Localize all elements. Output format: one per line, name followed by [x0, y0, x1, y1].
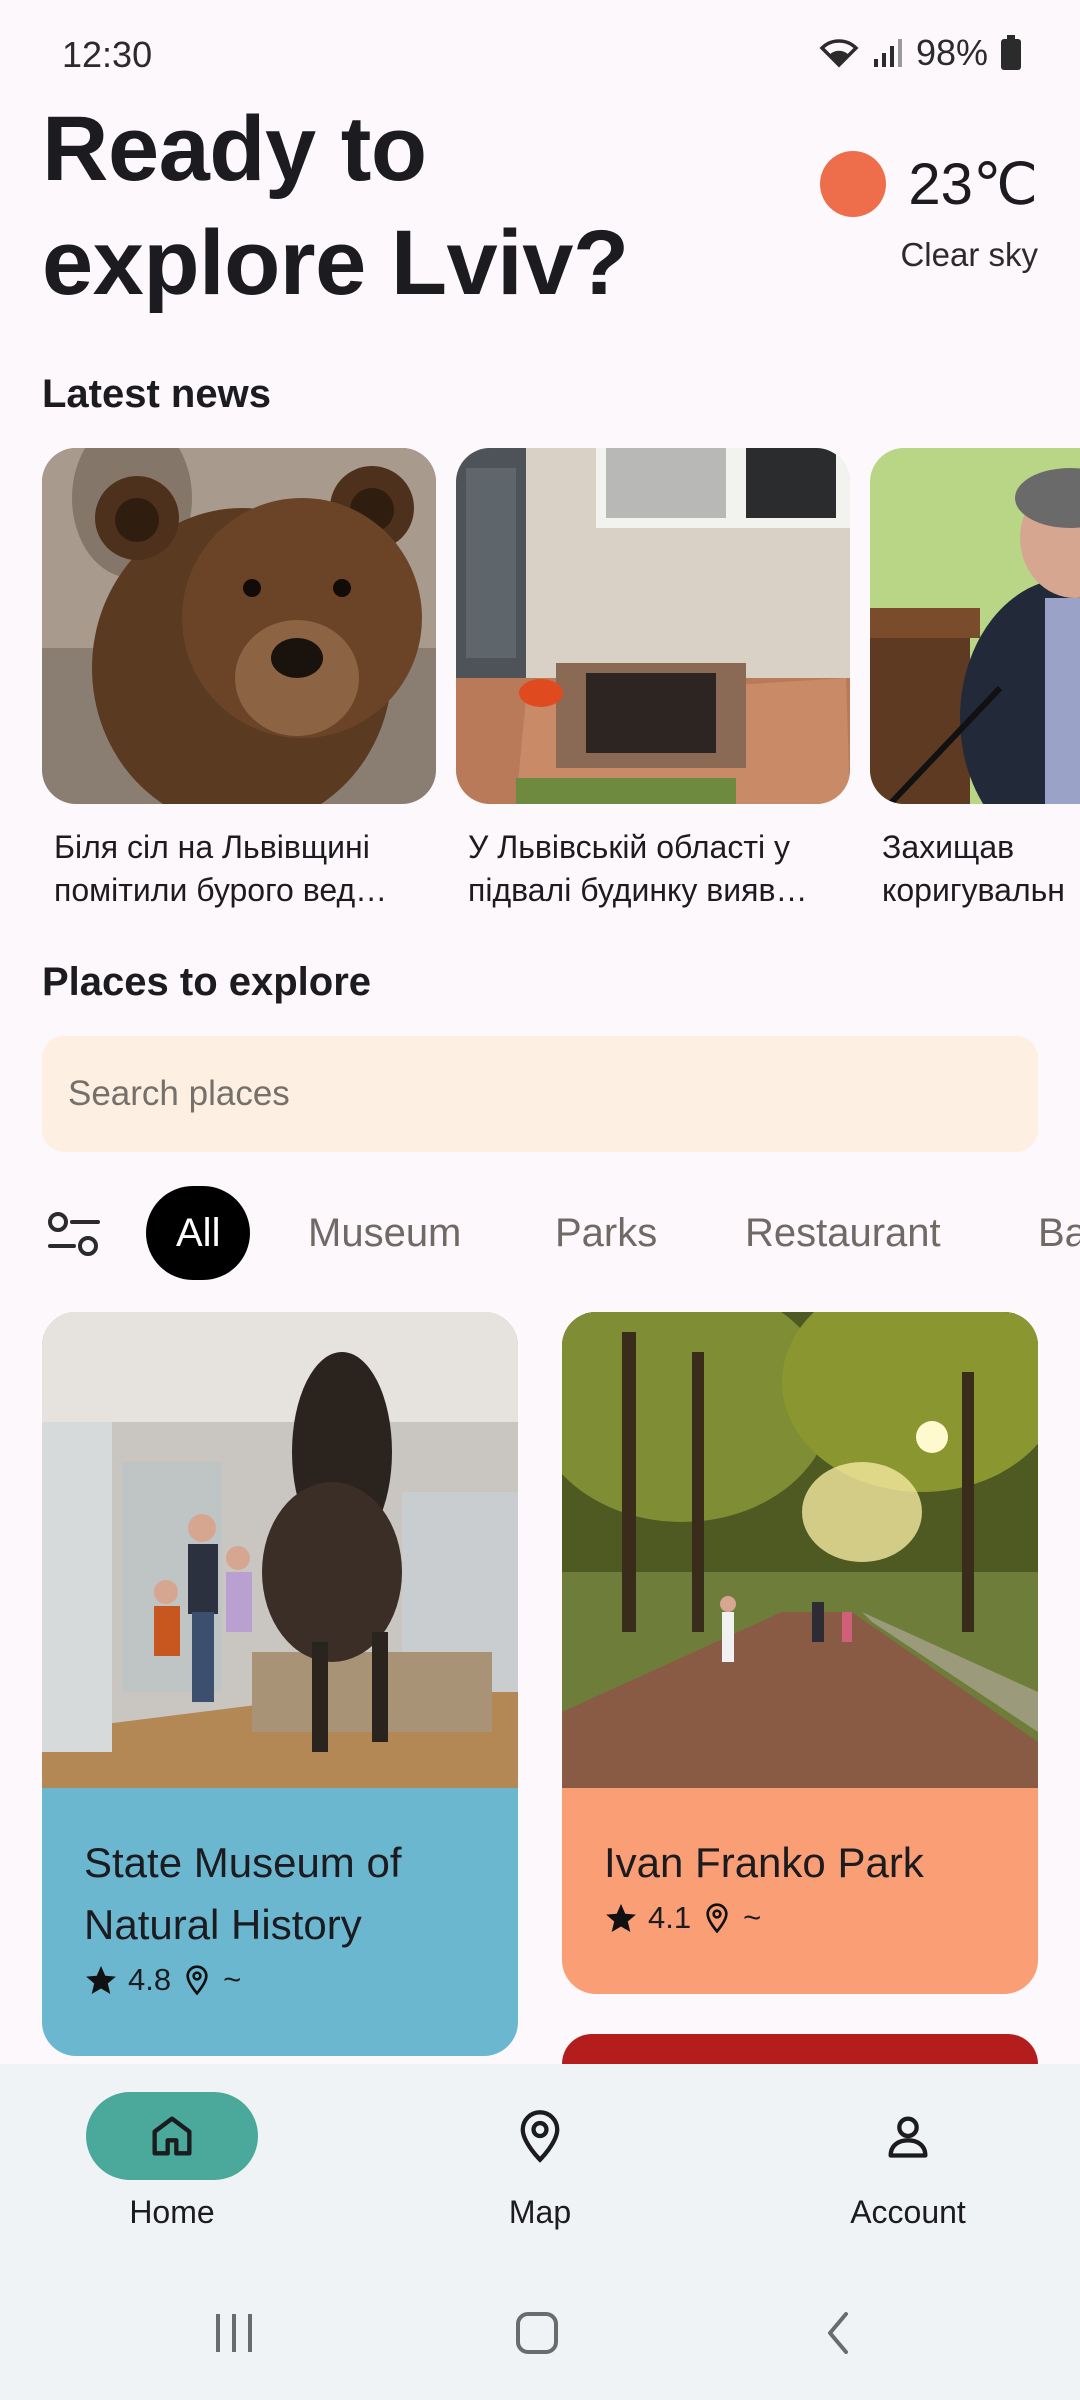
place-rating: 4.1: [648, 1900, 692, 1935]
news-carousel[interactable]: Біля сіл на Львівщині помітили бурого ве…: [42, 448, 1080, 918]
place-meta: 4.8 ~: [84, 1962, 476, 1998]
filter-chip-parks[interactable]: Parks: [555, 1186, 657, 1280]
news-card[interactable]: Захищав коригувальн: [870, 448, 1080, 912]
search-input[interactable]: [68, 1074, 1038, 1114]
location-pin-icon: [706, 1903, 728, 1934]
search-field[interactable]: [42, 1036, 1038, 1152]
place-distance: ~: [223, 1962, 242, 1997]
weather-description: Clear sky: [900, 236, 1038, 273]
filter-bar: All Museum Parks Restaurant Ba: [0, 1186, 1080, 1282]
page-title-line1: Ready to: [42, 98, 427, 200]
news-card[interactable]: Біля сіл на Львівщині помітили бурого ве…: [42, 448, 436, 912]
account-icon: [888, 2116, 928, 2158]
filter-chip-museum[interactable]: Museum: [308, 1186, 461, 1280]
place-image-museum: [42, 1312, 518, 1788]
places-section-title: Places to explore: [42, 960, 372, 1004]
home-icon: [152, 2116, 192, 2156]
news-card[interactable]: У Львівській області у підвалі будинку в…: [456, 448, 850, 912]
place-card-park[interactable]: Ivan Franko Park 4.1 ~: [562, 1312, 1038, 1994]
nav-label-account: Account: [850, 2194, 966, 2230]
page-title-line2: explore Lviv?: [42, 212, 629, 314]
nav-pill-account[interactable]: [822, 2092, 994, 2180]
news-headline: Захищав коригувальн: [882, 829, 1065, 908]
nav-item-account[interactable]: Account: [788, 2092, 1028, 2231]
news-headline: У Львівській області у підвалі будинку в…: [468, 829, 808, 908]
news-image-bear: [42, 448, 436, 804]
nav-label-home: Home: [129, 2194, 215, 2230]
place-name: Ivan Franko Park: [604, 1839, 924, 1886]
place-card-museum[interactable]: State Museum of Natural History 4.8 ~: [42, 1312, 518, 2056]
place-image-park: [562, 1312, 1038, 1788]
filter-chip-restaurant[interactable]: Restaurant: [745, 1186, 941, 1280]
filter-chip-all[interactable]: All: [146, 1186, 251, 1280]
page-title: Ready to explore Lviv?: [42, 92, 662, 320]
filter-chip-more[interactable]: Ba: [1038, 1186, 1080, 1280]
wifi-icon: [819, 39, 859, 68]
place-info: Ivan Franko Park 4.1 ~: [562, 1788, 1038, 1936]
sun-icon: [820, 151, 887, 217]
map-pin-icon: [520, 2110, 560, 2163]
battery-icon: [1001, 35, 1021, 70]
status-icons: 98%: [818, 32, 1022, 74]
location-pin-icon: [186, 1965, 208, 1996]
nav-item-map[interactable]: Map: [420, 2092, 660, 2231]
home-system-icon[interactable]: [516, 2312, 558, 2354]
place-meta: 4.1 ~: [604, 1900, 996, 1936]
news-headline: Біля сіл на Львівщині помітили бурого ве…: [54, 829, 388, 908]
nav-label-map: Map: [508, 2194, 572, 2230]
filter-sliders-icon[interactable]: [46, 1208, 102, 1260]
weather-widget: 23℃ Clear sky: [820, 150, 1038, 274]
nav-pill-map[interactable]: [454, 2092, 626, 2180]
nav-pill-home[interactable]: [86, 2092, 258, 2180]
recent-apps-icon[interactable]: [216, 2314, 252, 2352]
news-image-speaker: [870, 448, 1080, 804]
place-rating: 4.8: [128, 1962, 172, 1997]
star-icon: [606, 1903, 636, 1933]
battery-percent: 98%: [915, 32, 988, 73]
place-distance: ~: [743, 1900, 762, 1935]
nav-item-home[interactable]: Home: [52, 2092, 292, 2231]
news-image-basement: [456, 448, 850, 804]
star-icon: [86, 1965, 116, 1995]
back-icon[interactable]: [828, 2312, 848, 2354]
status-time: 12:30: [62, 34, 153, 75]
place-info: State Museum of Natural History 4.8 ~: [42, 1788, 518, 1998]
news-section-title: Latest news: [42, 372, 271, 416]
place-name: State Museum of Natural History: [84, 1839, 402, 1948]
system-navigation-bar: [216, 2312, 848, 2354]
signal-icon: [873, 39, 902, 67]
weather-temperature: 23℃: [908, 152, 1038, 217]
